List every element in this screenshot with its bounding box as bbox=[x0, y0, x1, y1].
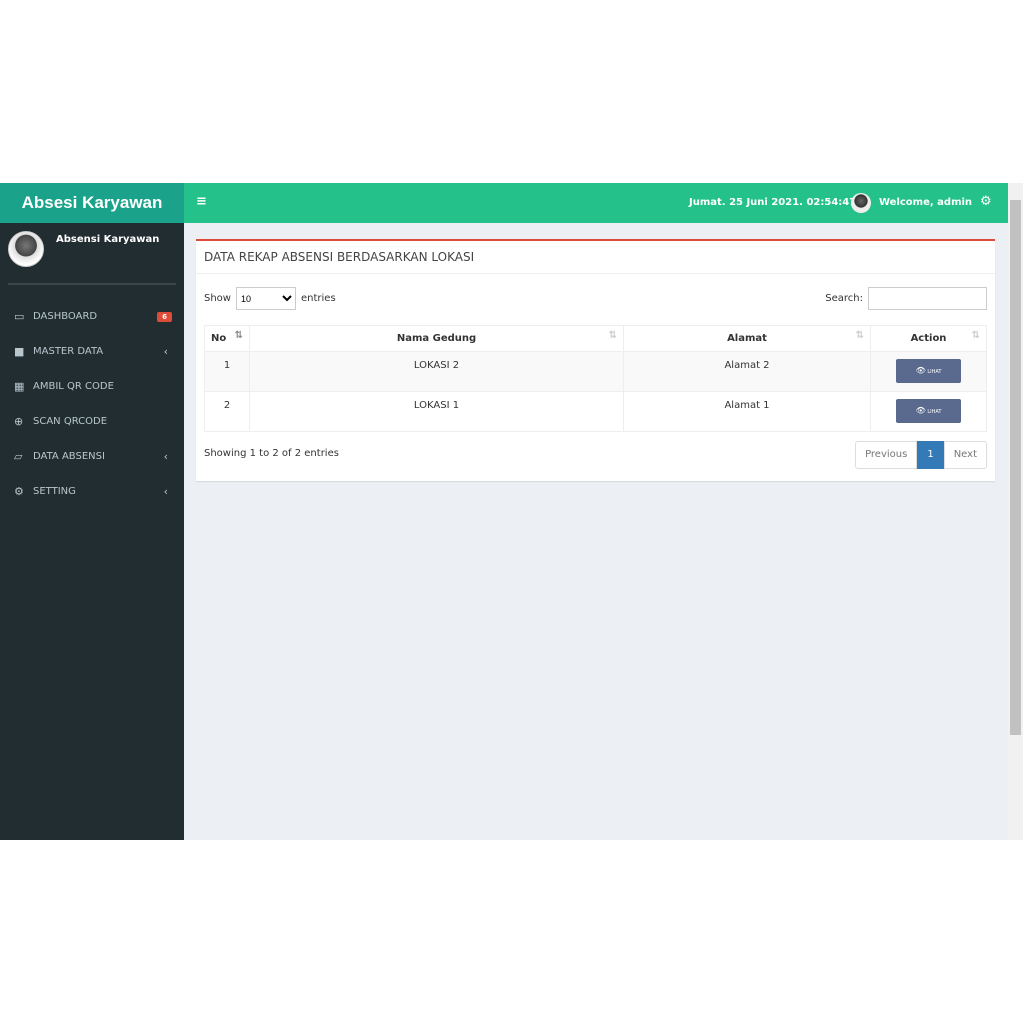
previous-button[interactable]: Previous bbox=[855, 441, 918, 469]
sidebar-item-label: DASHBOARD bbox=[33, 311, 98, 322]
cell-alamat: Alamat 1 bbox=[623, 391, 871, 432]
header-label: Alamat bbox=[727, 333, 767, 344]
notification-badge: 6 bbox=[157, 311, 172, 322]
cell-action: 👁 LIHAT bbox=[870, 351, 987, 392]
table-row: 1 LOKASI 2 Alamat 2 👁 LIHAT bbox=[204, 351, 987, 392]
chevron-left-icon: ‹ bbox=[163, 485, 168, 498]
gears-icon[interactable]: ⚙ bbox=[980, 194, 992, 209]
cell-action: 👁 LIHAT bbox=[870, 391, 987, 432]
lihat-button[interactable]: 👁 LIHAT bbox=[896, 359, 961, 383]
cell-nama: LOKASI 1 bbox=[249, 391, 624, 432]
page-1-button[interactable]: 1 bbox=[917, 441, 944, 469]
avatar bbox=[8, 231, 44, 267]
sort-icon: ⇅ bbox=[608, 330, 617, 341]
search-input[interactable] bbox=[868, 287, 987, 310]
column-header-alamat[interactable]: Alamat ⇅ bbox=[623, 325, 871, 352]
sort-icon: ⇅ bbox=[971, 330, 980, 341]
scrollbar-thumb[interactable] bbox=[1010, 200, 1021, 735]
user-avatar[interactable] bbox=[851, 193, 871, 213]
cell-no: 1 bbox=[204, 351, 250, 392]
chevron-left-icon: ‹ bbox=[163, 450, 168, 463]
data-table: No ⇅ Nama Gedung ⇅ Alamat ⇅ Action ⇅ 1 LOKASI… bbox=[204, 325, 987, 432]
sort-icon: ⇅ bbox=[855, 330, 864, 341]
app-logo[interactable]: Absesi Karyawan bbox=[0, 183, 184, 223]
pagination: Previous 1 Next bbox=[855, 441, 987, 469]
button-label: LIHAT bbox=[927, 369, 942, 375]
cell-nama: LOKASI 2 bbox=[249, 351, 624, 392]
sidebar-item-setting[interactable]: ⚙ SETTING ‹ bbox=[0, 474, 184, 509]
hamburger-menu-icon[interactable]: ≡ bbox=[196, 194, 207, 209]
sidebar-item-ambil-qr-code[interactable]: ▦ AMBIL QR CODE bbox=[0, 369, 184, 404]
header-label: No bbox=[211, 333, 227, 344]
sidebar: Absesi Karyawan Absensi Karyawan ▭ DASHBO… bbox=[0, 183, 184, 840]
welcome-user[interactable]: Welcome, admin bbox=[879, 197, 972, 208]
sidebar-item-label: MASTER DATA bbox=[33, 346, 104, 357]
sidebar-item-data-absensi[interactable]: ▱ DATA ABSENSI ‹ bbox=[0, 439, 184, 474]
datetime: Jumat. 25 Juni 2021. 02:54:47 bbox=[689, 197, 857, 208]
table-row: 2 LOKASI 1 Alamat 1 👁 LIHAT bbox=[204, 391, 987, 432]
sidebar-item-scan-qrcode[interactable]: ⊕ SCAN QRCODE bbox=[0, 404, 184, 439]
box-title: DATA REKAP ABSENSI BERDASARKAN LOKASI bbox=[196, 241, 995, 274]
sort-asc-icon: ⇅ bbox=[234, 330, 243, 341]
sidebar-item-master-data[interactable]: ■ MASTER DATA ‹ bbox=[0, 334, 184, 369]
next-button[interactable]: Next bbox=[943, 441, 987, 469]
user-name: Absensi Karyawan bbox=[56, 234, 160, 245]
chevron-left-icon: ‹ bbox=[163, 345, 168, 358]
folder-icon: ■ bbox=[14, 345, 25, 358]
eye-icon: 👁 bbox=[915, 366, 926, 375]
folder-open-icon: ▱ bbox=[14, 450, 23, 463]
gears-icon: ⚙ bbox=[14, 485, 24, 498]
sidebar-item-dashboard[interactable]: ▭ DASHBOARD 6 bbox=[0, 299, 184, 334]
sidebar-item-label: AMBIL QR CODE bbox=[33, 381, 114, 392]
user-panel: Absensi Karyawan bbox=[8, 223, 176, 285]
cell-alamat: Alamat 2 bbox=[623, 351, 871, 392]
top-navbar: ≡ Jumat. 25 Juni 2021. 02:54:47 Welcome,… bbox=[184, 183, 1008, 223]
header-label: Action bbox=[910, 333, 947, 344]
sidebar-item-label: DATA ABSENSI bbox=[33, 451, 105, 462]
lihat-button[interactable]: 👁 LIHAT bbox=[896, 399, 961, 423]
table-info: Showing 1 to 2 of 2 entries bbox=[204, 448, 339, 459]
data-box: DATA REKAP ABSENSI BERDASARKAN LOKASI Sh… bbox=[196, 239, 995, 481]
entries-select[interactable]: 10 bbox=[235, 287, 296, 310]
qrcode-icon: ▦ bbox=[14, 380, 25, 393]
scrollbar[interactable] bbox=[1008, 183, 1023, 840]
entries-label: entries bbox=[300, 293, 336, 304]
laptop-icon: ▭ bbox=[14, 310, 25, 323]
show-label: Show bbox=[204, 293, 231, 304]
column-header-action[interactable]: Action ⇅ bbox=[870, 325, 987, 352]
search-label: Search: bbox=[825, 293, 863, 304]
sidebar-item-label: SCAN QRCODE bbox=[33, 416, 108, 427]
button-label: LIHAT bbox=[927, 409, 942, 415]
eye-icon: 👁 bbox=[915, 406, 926, 415]
column-header-no[interactable]: No ⇅ bbox=[204, 325, 250, 352]
sidebar-item-label: SETTING bbox=[33, 486, 76, 497]
app: Absesi Karyawan Absensi Karyawan ▭ DASHBO… bbox=[0, 183, 1008, 840]
cell-no: 2 bbox=[204, 391, 250, 432]
header-label: Nama Gedung bbox=[396, 333, 477, 344]
search-plus-icon: ⊕ bbox=[14, 415, 24, 428]
column-header-nama-gedung[interactable]: Nama Gedung ⇅ bbox=[249, 325, 624, 352]
